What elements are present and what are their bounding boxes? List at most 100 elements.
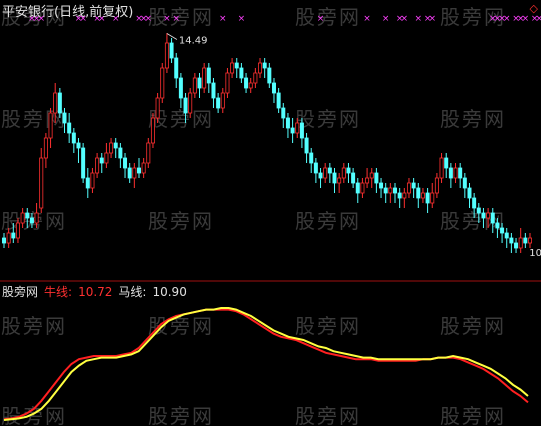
candle-body	[34, 212, 39, 224]
candle-body	[15, 222, 20, 239]
candle-body	[309, 152, 314, 164]
candle-body	[244, 77, 249, 89]
candle-body	[299, 122, 304, 139]
candle-body	[220, 92, 225, 109]
candle-body	[346, 167, 351, 174]
candle-body	[192, 77, 197, 94]
candle-body	[290, 127, 295, 134]
candle-body	[76, 142, 81, 149]
candle-body	[444, 157, 449, 169]
candle-body	[99, 157, 104, 164]
candle-body	[528, 237, 533, 244]
line2-value: 10.90	[152, 285, 187, 299]
signal-marker: ×	[238, 14, 246, 24]
candle-body	[271, 82, 276, 94]
candles	[2, 33, 533, 253]
candle-body	[160, 67, 165, 99]
candle-body	[188, 92, 193, 114]
candle-body	[6, 232, 11, 244]
candle-body	[504, 232, 509, 239]
candle-body	[360, 182, 365, 194]
candle-body	[481, 212, 486, 219]
candle-body	[202, 67, 207, 89]
candle-body	[197, 77, 202, 89]
candle-body	[225, 72, 230, 94]
candle-body	[351, 172, 356, 184]
candle-body	[20, 212, 25, 224]
candle-body	[453, 167, 458, 179]
signal-marker: ×	[503, 14, 511, 24]
chart-title: 平安银行(日线,前复权)	[2, 5, 134, 20]
candle-body	[379, 182, 384, 189]
signal-marker: ×	[163, 14, 171, 24]
candle-body	[2, 237, 7, 244]
candle-body	[341, 167, 346, 179]
candle-body	[90, 172, 95, 189]
signal-marker: ×	[428, 14, 436, 24]
diamond-icon[interactable]: ◇	[530, 2, 538, 15]
indicator-legend: 股旁网 牛线: 10.72 马线: 10.90	[2, 283, 193, 300]
candle-body	[476, 207, 481, 214]
candle-body	[48, 112, 53, 139]
candle-body	[39, 157, 44, 209]
candle-body	[434, 177, 439, 194]
candle-body	[402, 192, 407, 199]
candle-body	[136, 167, 141, 174]
candle-body	[109, 142, 114, 154]
candle-body	[509, 237, 514, 244]
candle-body	[467, 187, 472, 199]
candle-body	[67, 122, 72, 134]
candle-body	[216, 97, 221, 109]
candle-body	[514, 242, 519, 249]
indicator-line	[3, 307, 529, 421]
candle-body	[332, 172, 337, 184]
candle-body	[132, 167, 137, 179]
candle-body	[258, 62, 263, 74]
candle-body	[25, 212, 30, 219]
candle-body	[439, 157, 444, 179]
candle-body	[458, 167, 463, 179]
candle-body	[239, 67, 244, 79]
candle-body	[425, 192, 430, 204]
candle-body	[155, 97, 160, 119]
candle-body	[472, 197, 477, 209]
price-annotation: 14.49	[179, 36, 208, 47]
candle-body	[62, 112, 67, 124]
candle-body	[95, 157, 100, 174]
candle-body	[146, 142, 151, 164]
signal-marker: ×	[317, 14, 325, 24]
candle-body	[313, 162, 318, 174]
candle-body	[323, 167, 328, 179]
chart-window: 股旁网 股旁网 股旁网 股旁网 股旁网 股旁网 股旁网 股旁网 股旁网 股旁网 …	[0, 0, 541, 426]
candle-body	[253, 72, 258, 84]
candle-body	[57, 92, 62, 114]
candle-body	[393, 187, 398, 194]
candle-body	[430, 192, 435, 204]
candle-body	[85, 177, 90, 189]
candle-body	[420, 192, 425, 199]
candle-body	[71, 132, 76, 144]
candle-body	[518, 237, 523, 249]
candle-body	[486, 212, 491, 219]
signal-marker: ×	[401, 14, 409, 24]
candle-body	[234, 62, 239, 69]
candle-body	[11, 232, 16, 239]
candle-body	[262, 62, 267, 69]
candle-body	[178, 77, 183, 99]
candle-body	[281, 107, 286, 119]
candle-body	[500, 227, 505, 234]
candle-body	[150, 117, 155, 144]
signal-marker: ×	[382, 14, 390, 24]
candle-body	[141, 162, 146, 174]
candlestick-chart: ××××××××××××××××××××××××××××××××××××× 14…	[0, 14, 541, 421]
candle-body	[118, 147, 123, 159]
line1-label: 牛线:	[44, 285, 73, 299]
candle-body	[523, 237, 528, 244]
candle-body	[183, 97, 188, 114]
candle-body	[230, 62, 235, 74]
candle-body	[327, 167, 332, 174]
candle-body	[123, 157, 128, 169]
candle-body	[164, 42, 169, 69]
candle-body	[285, 117, 290, 129]
candle-body	[416, 187, 421, 199]
